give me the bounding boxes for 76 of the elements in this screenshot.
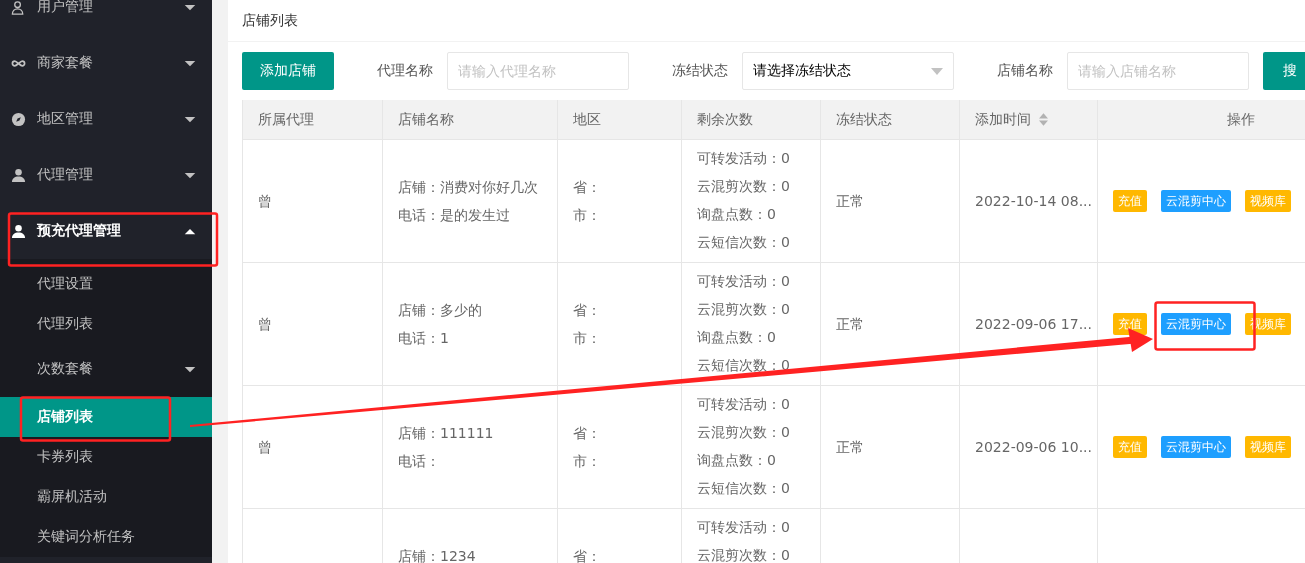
status-dropdown[interactable]: 请选择冻结状态 bbox=[742, 52, 954, 90]
sidebar-menu-item[interactable]: 代理管理 bbox=[0, 147, 212, 203]
sidebar-submenu-item[interactable]: 卡券列表 bbox=[0, 437, 212, 477]
region-text: 市： bbox=[573, 206, 602, 225]
column-header: 操作 bbox=[1098, 100, 1305, 139]
remaining-count-text: 询盘点数：0 bbox=[697, 328, 777, 347]
shop-info-text: 电话：1 bbox=[398, 329, 450, 348]
compass-icon bbox=[11, 111, 26, 127]
filter-label: 冻结状态 bbox=[672, 62, 728, 80]
user-icon bbox=[11, 223, 26, 239]
remaining-count-text: 询盘点数：0 bbox=[697, 205, 777, 224]
remaining-count-text: 可转发活动：0 bbox=[697, 395, 791, 414]
add-shop-button[interactable]: 添加店铺 bbox=[242, 52, 334, 90]
region-text: 省： bbox=[573, 547, 602, 563]
table-cell-text: 正常 bbox=[836, 438, 865, 457]
filter-label: 店铺名称 bbox=[997, 62, 1053, 80]
region-text: 省： bbox=[573, 301, 602, 320]
sidebar-submenu-item[interactable]: 代理列表 bbox=[0, 304, 212, 344]
shop-info-text: 店铺：多少的 bbox=[398, 301, 483, 320]
caret-down-icon bbox=[184, 59, 196, 67]
user-icon bbox=[11, 167, 26, 183]
table-cell-text: 曾 bbox=[258, 438, 273, 457]
shop-info-text: 店铺：消费对你好几次 bbox=[398, 178, 539, 197]
remaining-count-text: 询盘点数：0 bbox=[697, 451, 777, 470]
remaining-count-text: 云混剪次数：0 bbox=[697, 300, 791, 319]
sidebar-submenu-item[interactable]: 关键词分析任务 bbox=[0, 517, 212, 557]
filter-label: 代理名称 bbox=[377, 62, 433, 80]
remaining-count-text: 可转发活动：0 bbox=[697, 149, 791, 168]
column-header: 剩余次数 bbox=[682, 100, 821, 139]
sidebar-menu-item[interactable]: 商家套餐 bbox=[0, 35, 212, 91]
shop-info-text: 店铺：111111 bbox=[398, 424, 495, 443]
table-cell-text: 正常 bbox=[836, 192, 865, 211]
shop-info-text: 电话： bbox=[398, 452, 441, 471]
region-text: 省： bbox=[573, 424, 602, 443]
sidebar-submenu-item[interactable]: 霸屏机活动 bbox=[0, 477, 212, 517]
user-icon bbox=[11, 0, 26, 15]
caret-down-icon bbox=[931, 67, 943, 75]
column-header: 所属代理 bbox=[243, 100, 383, 139]
sidebar-menu-item[interactable]: 预充代理管理 bbox=[0, 203, 212, 259]
remaining-count-text: 云混剪次数：0 bbox=[697, 546, 791, 563]
table-cell-text: 曾 bbox=[258, 315, 273, 334]
region-text: 省： bbox=[573, 178, 602, 197]
column-header: 店铺名称 bbox=[383, 100, 558, 139]
sidebar-submenu-item[interactable]: 代理设置 bbox=[0, 264, 212, 304]
caret-down-icon bbox=[184, 115, 196, 123]
sidebar-menu-item[interactable]: 用户管理 bbox=[0, 0, 212, 35]
column-header: 添加时间 bbox=[960, 100, 1098, 139]
remaining-count-text: 可转发活动：0 bbox=[697, 518, 791, 537]
remaining-count-text: 可转发活动：0 bbox=[697, 272, 791, 291]
shop-info-text: 电话：是的发生过 bbox=[398, 206, 511, 225]
search-button[interactable]: 搜 bbox=[1263, 52, 1305, 90]
column-header: 地区 bbox=[558, 100, 682, 139]
region-text: 市： bbox=[573, 329, 602, 348]
remaining-count-text: 云混剪次数：0 bbox=[697, 423, 791, 442]
sidebar-menu-item[interactable]: 地区管理 bbox=[0, 91, 212, 147]
caret-down-icon bbox=[184, 3, 196, 11]
shop-info-text: 店铺：1234 bbox=[398, 547, 477, 563]
input-field[interactable]: 请输入店铺名称 bbox=[1067, 52, 1249, 90]
column-header: 冻结状态 bbox=[821, 100, 960, 139]
region-text: 市： bbox=[573, 452, 602, 471]
caret-down-icon bbox=[184, 171, 196, 179]
caret-up-icon bbox=[184, 227, 196, 235]
remaining-count-text: 云短信次数：0 bbox=[697, 479, 791, 498]
sidebar-submenu-item[interactable]: 店铺列表 bbox=[0, 397, 212, 437]
remaining-count-text: 云短信次数：0 bbox=[697, 233, 791, 252]
sort-icon[interactable] bbox=[1039, 113, 1048, 126]
remaining-count-text: 云短信次数：0 bbox=[697, 356, 791, 375]
table-cell-text: 曾 bbox=[258, 192, 273, 211]
table-cell-text: 2022-10-14 08... bbox=[975, 192, 1093, 211]
remaining-count-text: 云混剪次数：0 bbox=[697, 177, 791, 196]
sidebar-submenu-item[interactable]: 次数套餐 bbox=[0, 344, 212, 394]
input-field[interactable]: 请输入代理名称 bbox=[447, 52, 629, 90]
table-cell-text: 正常 bbox=[836, 315, 865, 334]
page-title: 店铺列表 bbox=[228, 0, 1305, 42]
table-cell-text: 2022-09-06 10... bbox=[975, 438, 1093, 457]
table-cell-text: 2022-09-06 17... bbox=[975, 315, 1093, 334]
